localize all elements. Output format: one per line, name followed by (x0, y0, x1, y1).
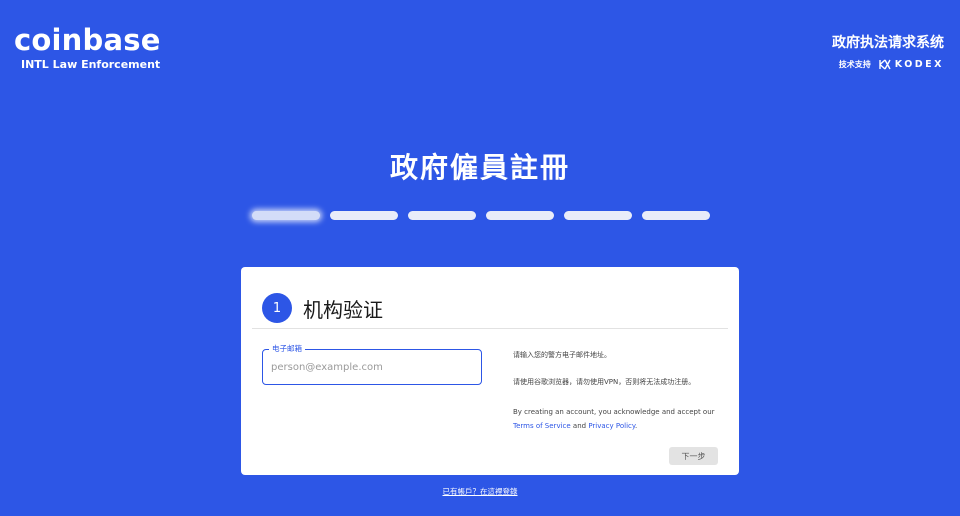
registration-card: 1 机构验证 电子邮箱 请输入您的警方电子邮件地址。 请使用谷歌浏览器，请勿使用… (241, 267, 739, 475)
system-title: 政府执法请求系统 (832, 35, 944, 51)
card-title: 机构验证 (303, 297, 383, 322)
step-bar-1 (252, 211, 320, 220)
consent-period: . (635, 421, 638, 430)
terms-of-service-link[interactable]: Terms of Service (513, 422, 571, 430)
privacy-policy-link[interactable]: Privacy Policy (588, 422, 635, 430)
step-bar-6 (642, 211, 710, 220)
coinbase-logo[interactable]: coinbase (14, 24, 161, 56)
step-bar-5 (564, 211, 632, 220)
kodex-logo-icon (879, 59, 891, 70)
email-input[interactable] (263, 350, 481, 384)
info-line-email: 请输入您的警方电子邮件地址。 (513, 351, 611, 359)
kodex-logo[interactable]: KODEX (879, 59, 944, 70)
consent-prefix: By creating an account, you acknowledge … (513, 407, 715, 416)
tech-support-label: 技术支持 (838, 60, 871, 69)
email-field: 电子邮箱 (262, 343, 482, 385)
brand-subtitle: INTL Law Enforcement (21, 58, 161, 71)
step-bar-3 (408, 211, 476, 220)
system-header: 政府执法请求系统 技术支持 KODEX (832, 32, 944, 70)
step-progress (252, 211, 710, 220)
step-bar-4 (486, 211, 554, 220)
page-title: 政府僱員註冊 (389, 151, 570, 184)
login-link[interactable]: 已有帳戶？在這裡登錄 (0, 486, 960, 497)
brand-block: coinbase INTL Law Enforcement (14, 24, 161, 71)
info-line-browser: 请使用谷歌浏览器，请勿使用VPN，否则将无法成功注册。 (513, 377, 696, 386)
kodex-wordmark: KODEX (894, 59, 944, 70)
tech-support-row: 技术支持 KODEX (832, 59, 944, 70)
card-divider (252, 328, 728, 329)
email-field-label: 电子邮箱 (269, 343, 305, 354)
next-button[interactable]: 下一步 (669, 447, 718, 465)
consent-and: and (572, 421, 587, 430)
step-number-badge: 1 (262, 293, 292, 323)
consent-text: By creating an account, you acknowledge … (513, 405, 725, 433)
info-panel: 请输入您的警方电子邮件地址。 请使用谷歌浏览器，请勿使用VPN，否则将无法成功注… (513, 351, 725, 450)
step-bar-2 (330, 211, 398, 220)
card-header: 1 机构验证 (241, 267, 739, 329)
